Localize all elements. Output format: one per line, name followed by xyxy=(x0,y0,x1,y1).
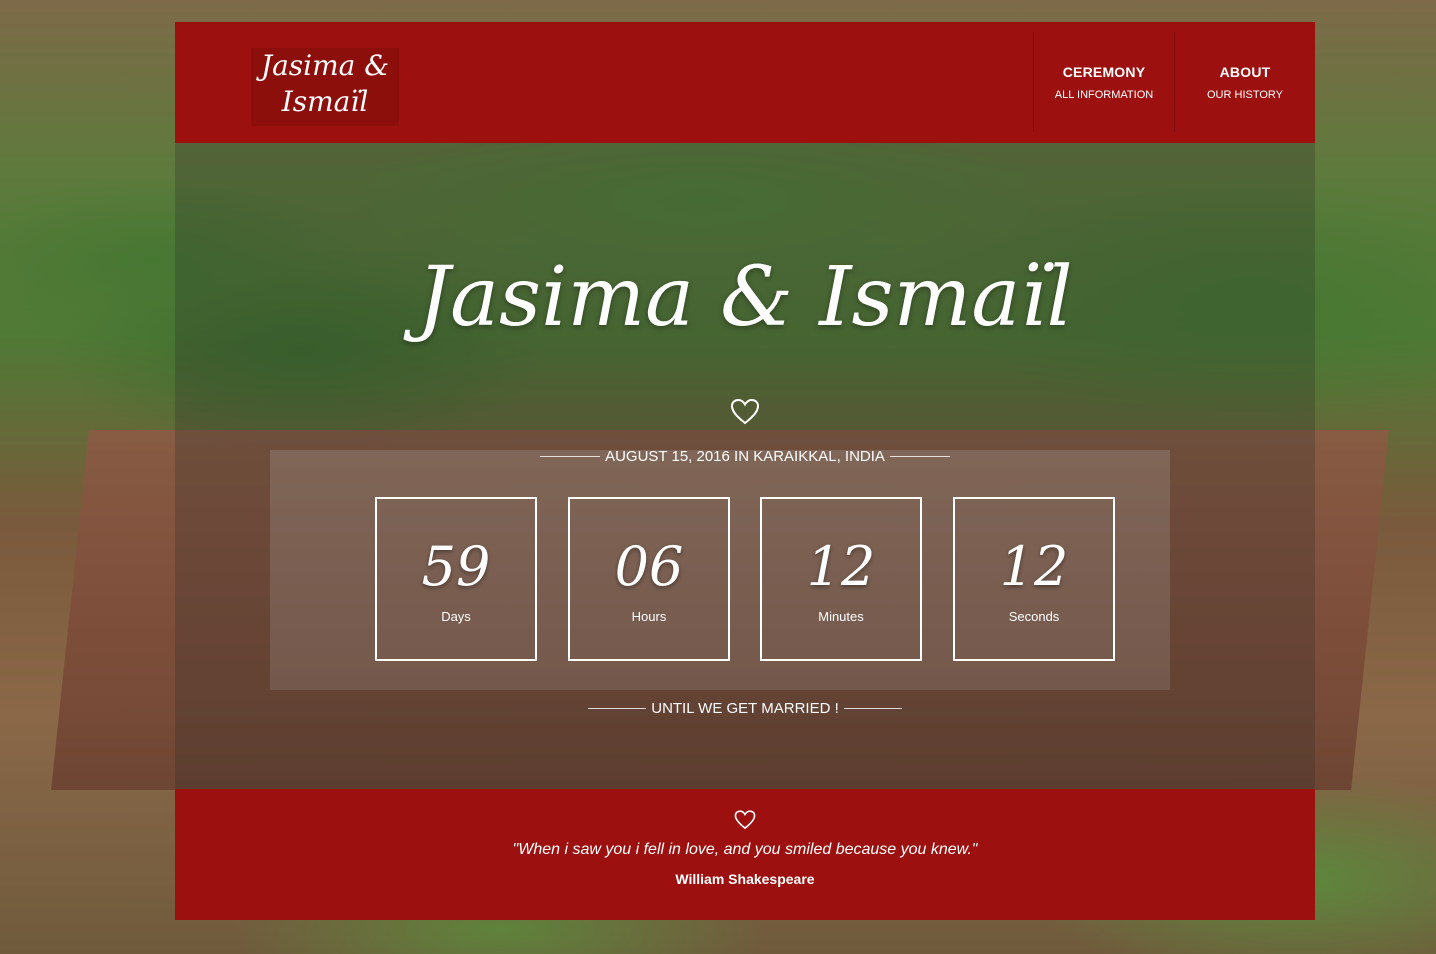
until-text: UNTIL WE GET MARRIED ! xyxy=(651,700,839,717)
until-line: UNTIL WE GET MARRIED ! xyxy=(175,700,1315,717)
countdown-value: 12 xyxy=(999,535,1069,598)
heart-outline-icon xyxy=(730,398,760,425)
divider-left xyxy=(588,708,647,709)
logo[interactable]: Jasima & Ismaïl xyxy=(251,48,399,126)
divider-right xyxy=(843,708,902,709)
logo-line-2: Ismaïl xyxy=(281,85,369,118)
countdown: 59 Days 06 Hours 12 Minutes 12 Seconds xyxy=(375,497,1115,661)
nav-item-title: ABOUT xyxy=(1219,63,1271,80)
hero-section: Jasima & Ismaïl AUGUST 15, 2016 IN KARAI… xyxy=(175,143,1315,789)
divider-left xyxy=(540,456,601,457)
nav-item-title: CEREMONY xyxy=(1062,63,1146,80)
page-frame: Jasima & Ismaïl CEREMONY ALL INFORMATION… xyxy=(175,22,1315,920)
countdown-minutes: 12 Minutes xyxy=(760,497,922,661)
countdown-label: Minutes xyxy=(818,609,864,624)
nav-item-subtitle: OUR HISTORY xyxy=(1207,88,1283,101)
nav-item-subtitle: ALL INFORMATION xyxy=(1054,88,1154,101)
main-nav: CEREMONY ALL INFORMATION ABOUT OUR HISTO… xyxy=(1033,32,1315,132)
countdown-value: 59 xyxy=(421,535,491,598)
quote-footer: "When i saw you i fell in love, and you … xyxy=(175,789,1315,920)
divider-right xyxy=(889,456,950,457)
quote-text: "When i saw you i fell in love, and you … xyxy=(512,841,978,858)
date-location-text: AUGUST 15, 2016 IN KARAIKKAL, INDIA xyxy=(605,448,885,465)
countdown-label: Seconds xyxy=(1008,609,1060,624)
couple-names: Jasima & Ismaïl xyxy=(417,250,1073,345)
heart-outline-icon xyxy=(734,810,756,830)
countdown-value: 06 xyxy=(614,535,684,598)
countdown-label: Days xyxy=(441,609,471,624)
countdown-seconds: 12 Seconds xyxy=(953,497,1115,661)
countdown-value: 12 xyxy=(806,535,876,598)
countdown-hours: 06 Hours xyxy=(568,497,730,661)
date-location-line: AUGUST 15, 2016 IN KARAIKKAL, INDIA xyxy=(175,448,1315,465)
countdown-label: Hours xyxy=(631,609,667,624)
countdown-days: 59 Days xyxy=(375,497,537,661)
nav-item-ceremony[interactable]: CEREMONY ALL INFORMATION xyxy=(1033,32,1174,132)
site-header: Jasima & Ismaïl CEREMONY ALL INFORMATION… xyxy=(175,22,1315,143)
quote-author: William Shakespeare xyxy=(675,871,815,887)
logo-line-1: Jasima & xyxy=(260,49,390,82)
nav-item-about[interactable]: ABOUT OUR HISTORY xyxy=(1174,32,1315,132)
